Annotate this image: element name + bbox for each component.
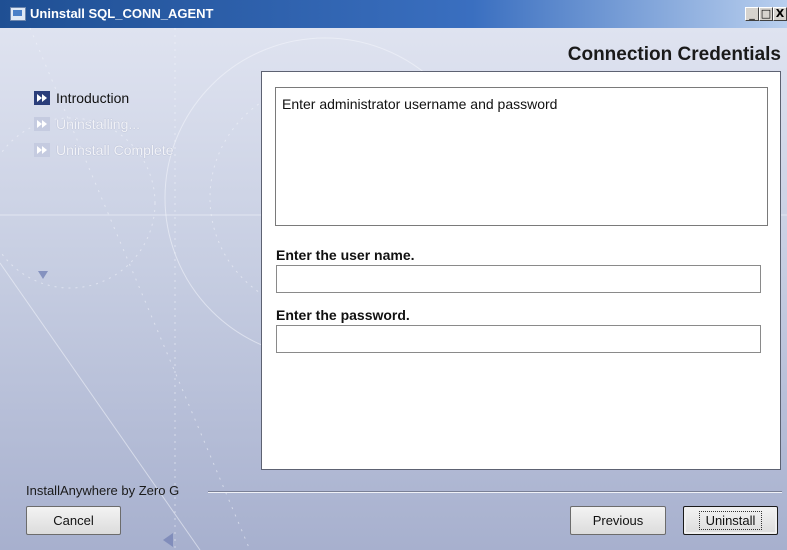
username-label: Enter the user name. (276, 247, 415, 263)
step-label: Uninstall Complete (56, 142, 174, 158)
brand-label: InstallAnywhere by Zero G (26, 483, 180, 498)
title-bar[interactable]: Uninstall SQL_CONN_AGENT _ □ X (0, 0, 787, 28)
installer-body: Connection Credentials Introduction Unin… (0, 28, 787, 550)
step-arrow-icon (34, 143, 50, 157)
step-arrow-icon (34, 117, 50, 131)
step-label: Uninstalling... (56, 116, 141, 132)
footer-divider (208, 491, 782, 493)
uninstall-button-label: Uninstall (698, 511, 763, 530)
maximize-button[interactable]: □ (759, 7, 773, 21)
password-input[interactable] (276, 325, 761, 353)
credentials-panel: Enter administrator username and passwor… (261, 71, 781, 470)
page-title: Connection Credentials (567, 44, 781, 65)
installer-window: Uninstall SQL_CONN_AGENT _ □ X Connectio… (0, 0, 787, 550)
step-label: Introduction (56, 90, 130, 106)
username-input[interactable] (276, 265, 761, 293)
description-text: Enter administrator username and passwor… (282, 96, 558, 112)
step-arrow-icon (34, 91, 50, 105)
close-button[interactable]: X (773, 7, 787, 21)
uninstall-button[interactable]: Uninstall (683, 506, 778, 535)
minimize-button[interactable]: _ (745, 7, 759, 21)
description-box: Enter administrator username and passwor… (275, 87, 768, 226)
installer-icon (10, 7, 26, 21)
window-title: Uninstall SQL_CONN_AGENT (30, 6, 214, 21)
password-label: Enter the password. (276, 307, 410, 323)
cancel-button[interactable]: Cancel (26, 506, 121, 535)
previous-button[interactable]: Previous (570, 506, 666, 535)
